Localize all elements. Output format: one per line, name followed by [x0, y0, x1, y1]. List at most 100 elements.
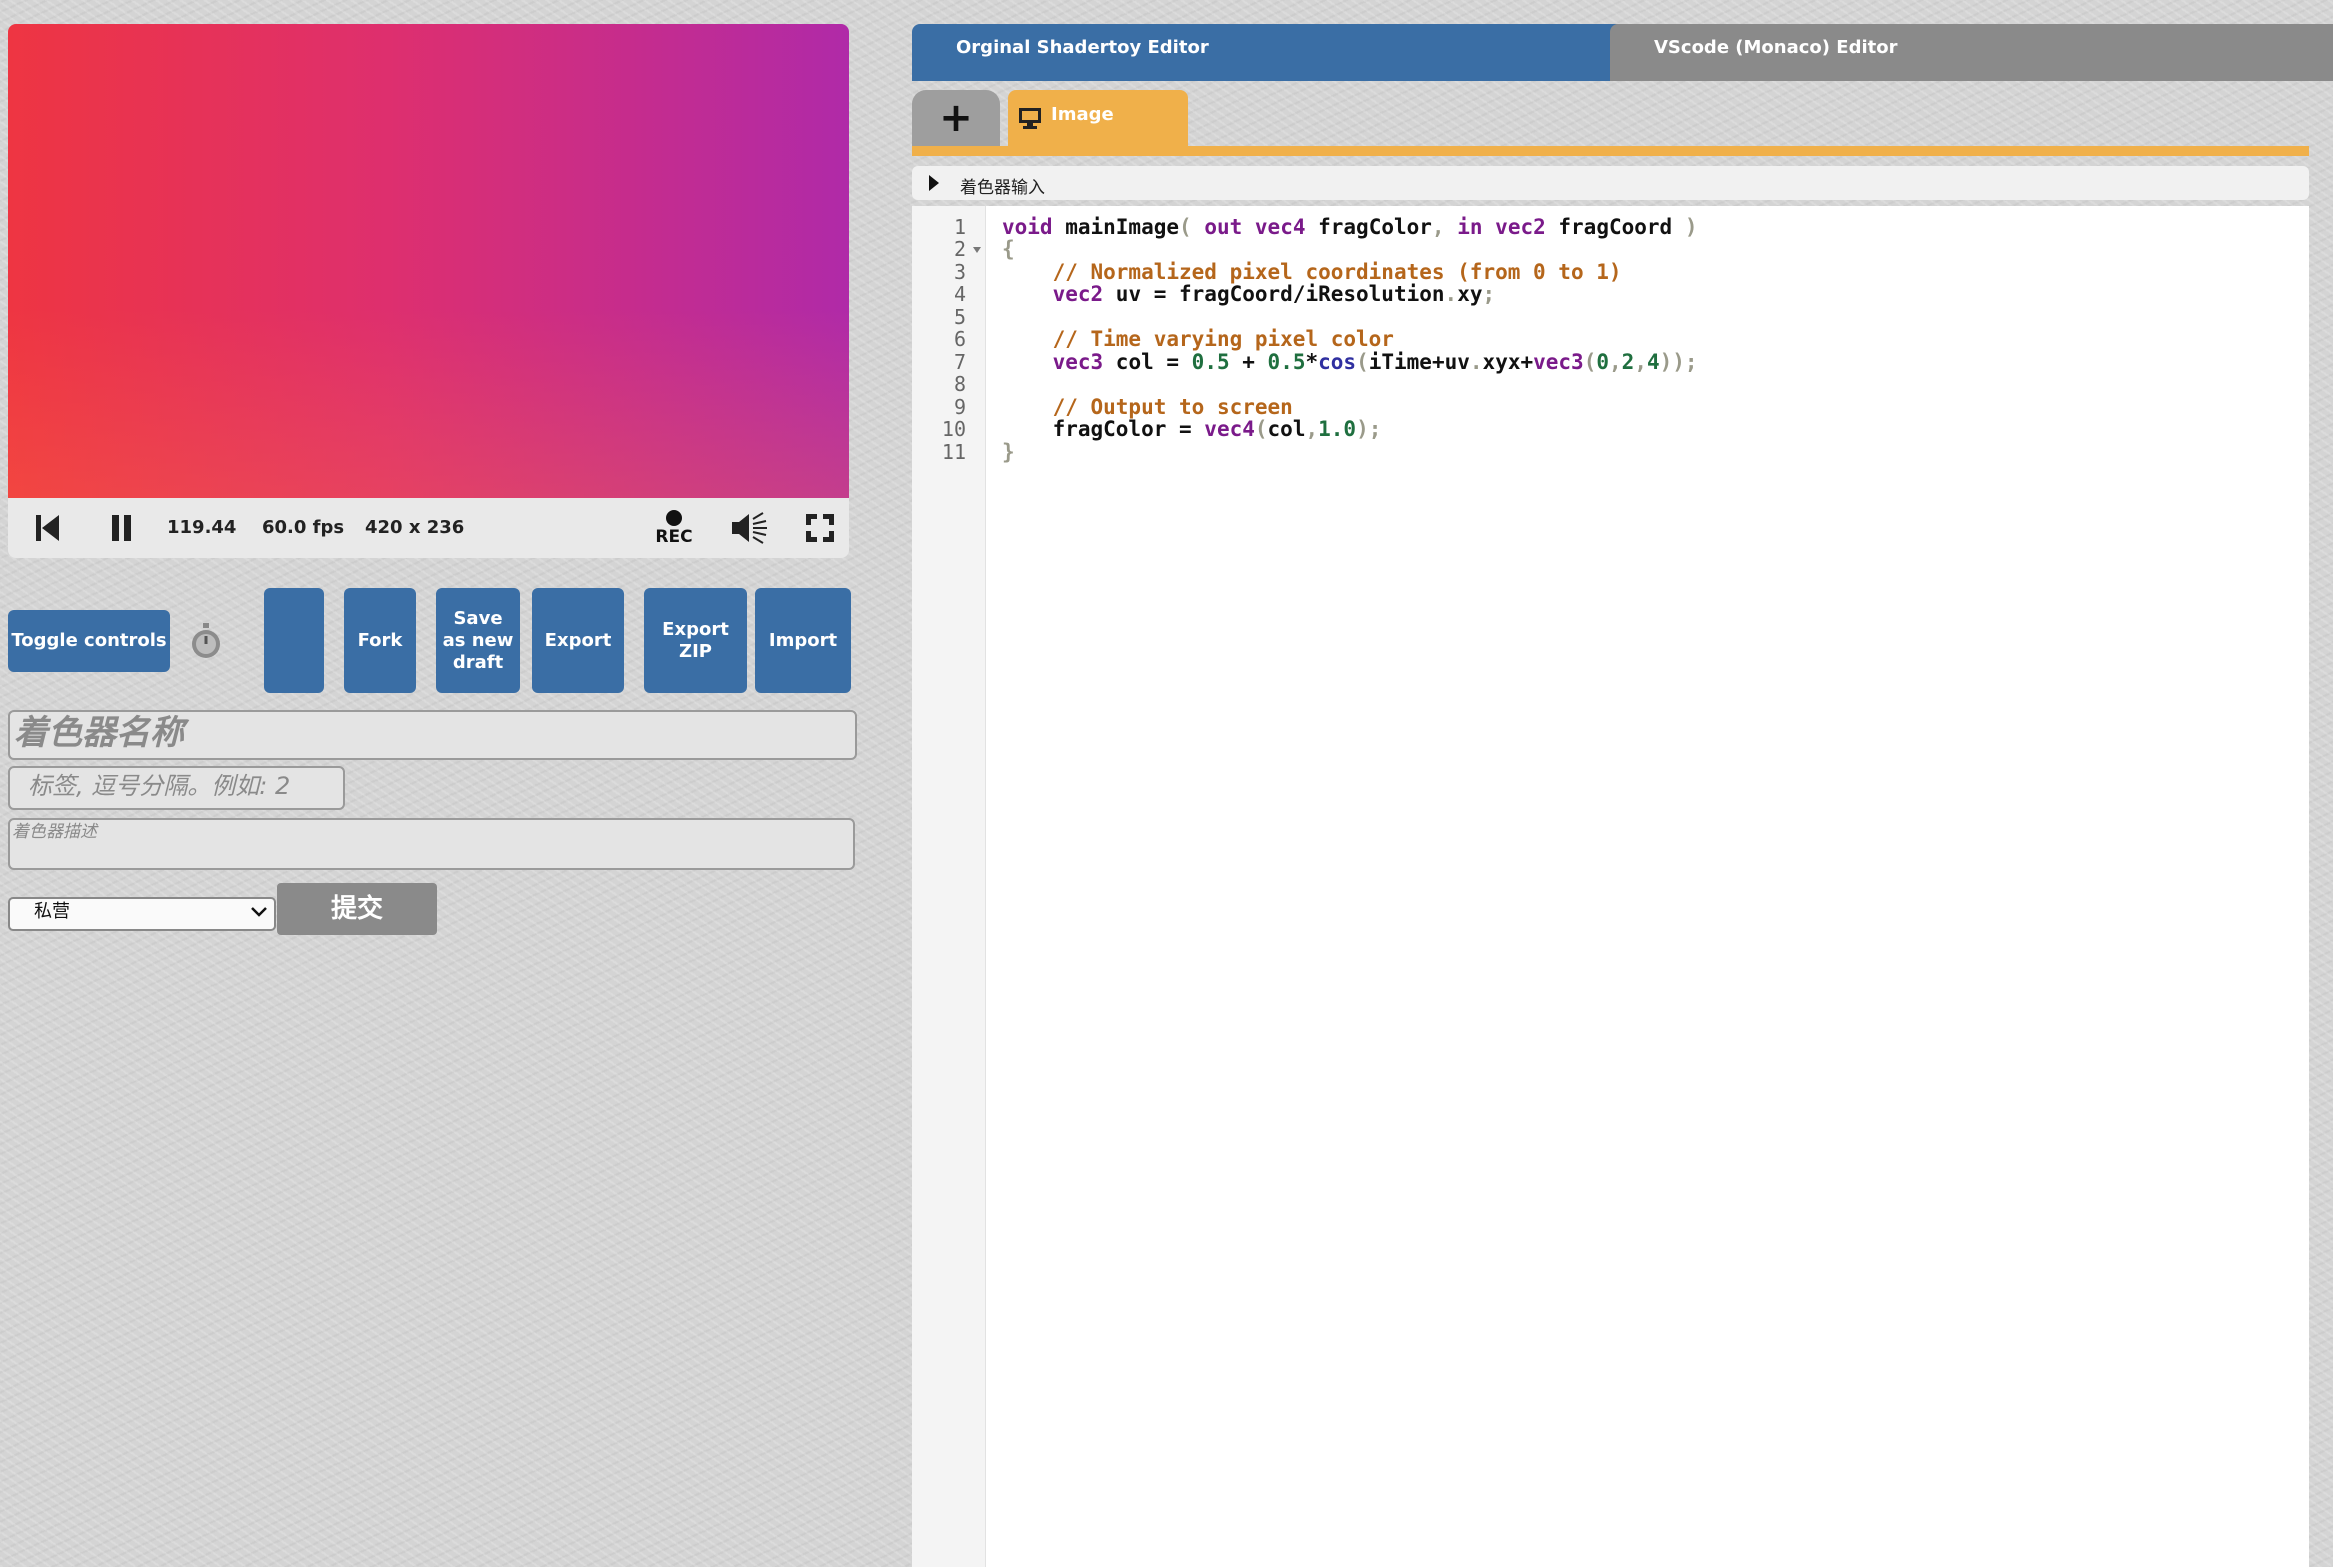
code-token: fragColor =: [1052, 417, 1205, 441]
shader-name-input[interactable]: 着色器名称: [8, 710, 857, 760]
code-token: iTime+uv: [1368, 350, 1470, 374]
record-button[interactable]: REC: [643, 498, 705, 558]
code-token: ));: [1659, 350, 1698, 374]
add-pass-button[interactable]: +: [912, 90, 1000, 148]
code-line[interactable]: fragColor = vec4(col,1.0);: [1002, 417, 1382, 441]
code-token: cos: [1318, 350, 1357, 374]
chevron-down-icon: [251, 907, 267, 917]
code-token: xyx+: [1482, 350, 1534, 374]
code-token: }: [1002, 440, 1015, 464]
tab-vscode-monaco-editor[interactable]: VScode (Monaco) Editor: [1610, 24, 2333, 81]
code-line[interactable]: // Time varying pixel color: [1002, 328, 1394, 350]
code-token: {: [1002, 237, 1015, 261]
code-token: ): [1684, 215, 1698, 239]
code-token: vec2: [1052, 282, 1104, 306]
line-number: 10: [941, 417, 966, 441]
line-number: 11: [941, 440, 966, 464]
code-line[interactable]: void mainImage( out vec4 fragColor, in v…: [1002, 216, 1697, 238]
submit-button[interactable]: 提交: [277, 883, 437, 935]
fullscreen-icon: [806, 514, 834, 542]
toggle-controls-button[interactable]: Toggle controls: [8, 610, 170, 672]
code-line[interactable]: // Normalized pixel coordinates (from 0 …: [1002, 261, 1622, 283]
code-token: out: [1204, 215, 1243, 239]
image-tab-label: Image: [1051, 104, 1114, 125]
blank-button[interactable]: [264, 588, 324, 693]
code-token: // Time varying pixel color: [1052, 327, 1394, 351]
line-number: 5: [953, 305, 966, 329]
shader-preview-canvas[interactable]: [8, 24, 849, 498]
code-token: in: [1457, 215, 1483, 239]
rewind-button[interactable]: [18, 498, 78, 558]
export-button[interactable]: Export: [532, 588, 624, 693]
fullscreen-button[interactable]: [795, 498, 845, 558]
code-line[interactable]: // Output to screen: [1002, 396, 1293, 418]
code-token: // Output to screen: [1052, 395, 1293, 419]
resolution-readout: 420 x 236: [365, 517, 465, 538]
code-token: // Normalized pixel coordinates (from 0 …: [1052, 260, 1622, 284]
line-number: 6: [953, 327, 966, 351]
code-token: +: [1229, 350, 1268, 374]
code-token: void: [1002, 215, 1053, 239]
code-token: uv = fragCoord/iResolution: [1103, 282, 1445, 306]
code-token: 2: [1621, 350, 1635, 374]
active-pass-bar: [912, 146, 2309, 156]
code-token: 1.0: [1318, 417, 1357, 441]
tags-input[interactable]: 标签, 逗号分隔。例如: 2: [8, 766, 345, 810]
code-token: (: [1179, 215, 1205, 239]
code-token: vec3: [1052, 350, 1104, 374]
line-number: 1: [953, 215, 966, 239]
code-token: .: [1469, 350, 1483, 374]
tab-image-pass[interactable]: Image: [1008, 90, 1188, 148]
volume-button[interactable]: [720, 498, 780, 558]
visibility-select[interactable]: 私营: [8, 897, 276, 931]
code-line[interactable]: vec3 col = 0.5 + 0.5*cos(iTime+uv.xyx+ve…: [1002, 351, 1698, 373]
code-token: (: [1356, 350, 1369, 374]
code-token: 4: [1646, 350, 1660, 374]
code-token: col =: [1103, 350, 1192, 374]
stopwatch-icon[interactable]: [188, 622, 224, 660]
export-zip-button[interactable]: Export ZIP: [644, 588, 747, 693]
line-number: 3: [953, 260, 966, 284]
import-button[interactable]: Import: [755, 588, 851, 693]
code-token: (: [1254, 417, 1268, 441]
rec-label: REC: [655, 527, 693, 547]
code-token: ,: [1305, 417, 1319, 441]
player-controls-bar: 119.44 60.0 fps 420 x 236 REC: [8, 498, 849, 558]
code-token: ,: [1431, 215, 1458, 239]
code-token: xy: [1457, 282, 1483, 306]
pause-button[interactable]: [92, 498, 152, 558]
tab-original-shadertoy-editor[interactable]: Orginal Shadertoy Editor: [912, 24, 1646, 81]
save-as-new-draft-button[interactable]: Save as new draft: [436, 588, 520, 693]
code-token: fragCoord: [1545, 215, 1685, 239]
fork-button[interactable]: Fork: [344, 588, 416, 693]
triangle-right-icon: [929, 175, 939, 191]
code-line[interactable]: vec2 uv = fragCoord/iResolution.xy;: [1002, 282, 1496, 306]
code-token: ,: [1609, 350, 1622, 374]
time-readout: 119.44: [167, 517, 237, 538]
skip-back-icon: [36, 515, 59, 541]
code-token: vec2: [1495, 215, 1546, 239]
line-number: 8: [953, 372, 966, 396]
shader-inputs-toggle[interactable]: 着色器输入: [912, 166, 2309, 200]
line-number: 9: [953, 395, 966, 419]
code-token: vec3: [1533, 350, 1584, 374]
code-token: 0.5: [1267, 350, 1306, 374]
monitor-icon: [1019, 108, 1041, 129]
code-token: mainImage: [1052, 215, 1180, 239]
pause-icon: [112, 515, 131, 541]
shader-description-input[interactable]: 着色器描述: [8, 818, 855, 870]
line-number-gutter: 1 2 3 4 5 6 7 8 9 10 11: [912, 206, 986, 1567]
code-token: ,: [1634, 350, 1647, 374]
code-token: 0: [1596, 350, 1610, 374]
code-line[interactable]: }: [1002, 441, 1015, 463]
code-token: vec4: [1204, 417, 1255, 441]
fps-readout: 60.0 fps: [262, 517, 345, 538]
fold-arrow-icon[interactable]: [972, 246, 982, 254]
code-line[interactable]: {: [1002, 238, 1015, 260]
